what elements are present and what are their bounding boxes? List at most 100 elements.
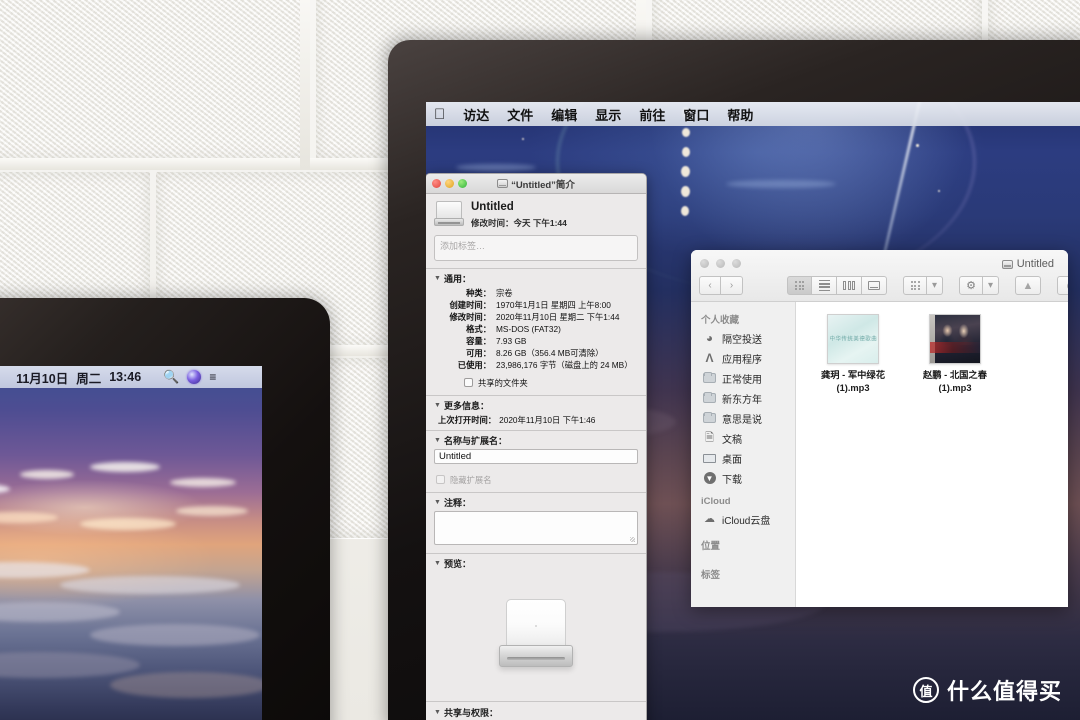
sidebar-label: iCloud云盘: [722, 515, 771, 527]
search-icon[interactable]: 🔍: [163, 369, 179, 385]
file-name-line2: (1).mp3: [938, 382, 972, 393]
info-row: 可用： 8.26 GB（356.4 MB可清除）: [434, 347, 638, 359]
name-extension-section-header[interactable]: ▼ 名称与扩展名：: [434, 434, 638, 447]
left-desktop-wallpaper: [0, 366, 262, 720]
minimize-button[interactable]: [716, 259, 725, 268]
menu-item-window[interactable]: 窗口: [683, 105, 709, 124]
menu-item-edit[interactable]: 编辑: [551, 105, 577, 124]
album-art-icon: [929, 314, 981, 364]
disclosure-triangle-icon[interactable]: ▼: [434, 499, 441, 506]
back-button[interactable]: ‹: [699, 276, 721, 295]
tags-button[interactable]: [1057, 276, 1068, 295]
right-device-screen:  访达 文件 编辑 显示 前往 窗口 帮助: [426, 102, 1080, 720]
finder-file-grid: 中华传统美德歌曲 龚玥 - 军中绿花 (1).mp3 赵鹏 - 北国之春 (1)…: [796, 302, 1068, 607]
get-info-window[interactable]: “Untitled”简介 Untitled 修改时间：今天 下午1:44 添加标…: [426, 173, 647, 720]
gear-icon[interactable]: ⚙: [959, 276, 983, 295]
mac-menubar:  访达 文件 编辑 显示 前往 窗口 帮助: [426, 102, 1080, 126]
sharing-section-header[interactable]: ▼ 共享与权限：: [434, 706, 638, 719]
watermark: 值 什么值得买: [912, 674, 1062, 706]
disclosure-triangle-icon[interactable]: ▼: [434, 437, 441, 444]
shared-folder-checkbox-row[interactable]: 共享的文件夹: [434, 371, 638, 391]
watermark-badge-icon: 值: [912, 677, 939, 703]
finder-traffic-lights[interactable]: [700, 259, 741, 268]
disclosure-triangle-icon[interactable]: ▼: [434, 275, 441, 282]
icon-view-button[interactable]: [787, 276, 812, 295]
row-key: 创建时间：: [449, 299, 492, 310]
checkbox-icon[interactable]: [464, 378, 473, 388]
chevron-down-icon[interactable]: ▾: [927, 276, 943, 295]
checkbox-icon[interactable]: [436, 475, 445, 485]
file-item[interactable]: 中华传统美德歌曲 龚玥 - 军中绿花 (1).mp3: [810, 314, 896, 394]
preview-section-header[interactable]: ▼ 预览：: [434, 557, 638, 570]
sidebar-item-documents[interactable]: 🗎 文稿: [691, 428, 795, 448]
general-title: 通用：: [443, 273, 471, 284]
sidebar-label: 正常使用: [722, 374, 762, 386]
sidebar-item-applications[interactable]: Λ 应用程序: [691, 348, 795, 368]
name-input[interactable]: Untitled: [434, 448, 638, 464]
sidebar-item-desktop[interactable]: 桌面: [691, 448, 795, 468]
disclosure-triangle-icon[interactable]: ▼: [434, 402, 441, 409]
file-name-line1: 龚玥 - 军中绿花: [820, 370, 886, 380]
album-art-icon: 中华传统美德歌曲: [827, 314, 879, 364]
menu-item-file[interactable]: 文件: [507, 105, 533, 124]
disk-drive-icon: [1001, 259, 1013, 269]
file-item[interactable]: 赵鹏 - 北国之春 (1).mp3: [912, 314, 998, 394]
cover-flow-button[interactable]: [862, 276, 887, 295]
info-window-titlebar[interactable]: “Untitled”简介: [426, 174, 646, 194]
brick-tile: [0, 0, 310, 160]
sidebar-item-folder-1[interactable]: 正常使用: [691, 368, 795, 388]
menu-item-help[interactable]: 帮助: [727, 105, 753, 124]
finder-window[interactable]: Untitled ‹ › ▾ ⚙ ▾ ▲ 个人收藏 ◕ 隔空投送 Λ 应用程序 …: [691, 250, 1068, 607]
menubar-date: 11月10日: [16, 371, 69, 386]
sidebar-label: 意思是说: [722, 414, 762, 426]
left-device-bezel: 0% 11月10日 周二 13:46 🔍 ≡ Untitled: [0, 298, 330, 720]
general-section-header[interactable]: ▼ 通用：: [434, 272, 638, 285]
photograph-background: 0% 11月10日 周二 13:46 🔍 ≡ Untitled: [0, 0, 1080, 720]
sidebar-group-icloud: iCloud: [701, 496, 731, 507]
menu-item-finder[interactable]: 访达: [463, 105, 489, 124]
action-gear-button[interactable]: ⚙ ▾: [959, 276, 999, 295]
hide-extension-checkbox-row[interactable]: 隐藏扩展名: [434, 468, 638, 488]
disk-drive-icon: [497, 595, 575, 673]
apple-logo-icon[interactable]: : [434, 107, 445, 122]
row-key: 已使用：: [457, 359, 491, 370]
tags-input[interactable]: 添加标签…: [434, 234, 638, 261]
list-view-button[interactable]: [812, 276, 837, 295]
sidebar-item-icloud-drive[interactable]: ☁ iCloud云盘: [691, 509, 795, 529]
sidebar-item-downloads[interactable]: ▼ 下载: [691, 468, 795, 488]
sidebar-label: 新东方年: [722, 394, 762, 406]
sidebar-group-locations: 位置: [701, 541, 721, 552]
hide-extension-label: 隐藏扩展名: [450, 474, 492, 485]
forward-button[interactable]: ›: [721, 276, 743, 295]
finder-body: 个人收藏 ◕ 隔空投送 Λ 应用程序 正常使用 新东方年 意思是说 🗎 文稿 桌…: [691, 302, 1068, 607]
more-info-section-header[interactable]: ▼ 更多信息：: [434, 399, 638, 412]
disk-drive-icon: [434, 201, 464, 227]
volume-name: Untitled: [471, 201, 514, 213]
modified-label: 修改时间：: [471, 217, 514, 228]
disclosure-triangle-icon[interactable]: ▼: [434, 560, 441, 567]
finder-title-label: Untitled: [1016, 258, 1054, 270]
comments-section-header[interactable]: ▼ 注释：: [434, 496, 638, 509]
comments-textarea[interactable]: [434, 510, 638, 545]
column-view-button[interactable]: [837, 276, 862, 295]
menu-item-view[interactable]: 显示: [595, 105, 621, 124]
notification-center-icon[interactable]: ≡: [209, 370, 216, 384]
share-button[interactable]: ▲: [1015, 276, 1041, 295]
sidebar-item-airdrop[interactable]: ◕ 隔空投送: [691, 328, 795, 348]
name-input-value: Untitled: [439, 450, 472, 462]
name-extension-title: 名称与扩展名：: [443, 435, 507, 446]
close-button[interactable]: [700, 259, 709, 268]
row-key: 可用：: [466, 347, 491, 358]
sidebar-item-folder-3[interactable]: 意思是说: [691, 408, 795, 428]
sidebar-item-folder-2[interactable]: 新东方年: [691, 388, 795, 408]
arrange-button[interactable]: ▾: [903, 276, 943, 295]
chevron-down-icon[interactable]: ▾: [983, 276, 999, 295]
menu-item-go[interactable]: 前往: [639, 105, 665, 124]
disclosure-triangle-icon[interactable]: ▼: [434, 709, 441, 716]
siri-icon[interactable]: [187, 370, 202, 384]
view-mode-buttons[interactable]: [787, 276, 887, 295]
arrange-icon[interactable]: [903, 276, 927, 295]
row-value: MS-DOS (FAT32): [496, 323, 561, 334]
zoom-button[interactable]: [732, 259, 741, 268]
navigation-buttons[interactable]: ‹ ›: [699, 276, 743, 295]
